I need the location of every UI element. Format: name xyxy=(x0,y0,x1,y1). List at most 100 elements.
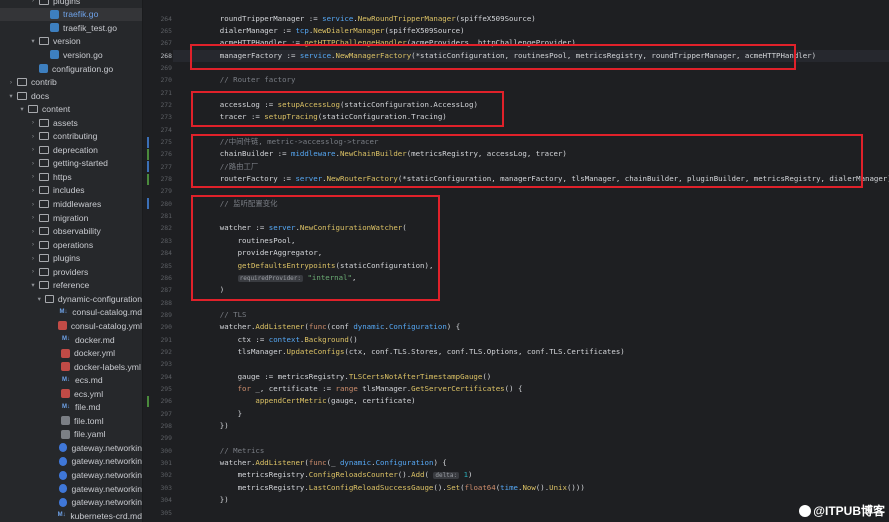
chevron-right-icon[interactable]: › xyxy=(29,241,37,248)
vcs-change-marker[interactable] xyxy=(147,149,149,161)
chevron-right-icon[interactable]: › xyxy=(29,268,37,275)
line-number: 288 xyxy=(160,298,172,307)
tree-folder[interactable]: › migration xyxy=(0,211,142,225)
code-line[interactable]: // Metrics xyxy=(202,445,265,457)
line-number: 305 xyxy=(160,508,172,517)
tree-file[interactable]: version.go xyxy=(0,48,142,62)
chevron-right-icon[interactable]: › xyxy=(7,79,15,86)
code-token: func xyxy=(308,458,327,468)
vcs-change-marker[interactable] xyxy=(147,396,149,408)
tree-file[interactable]: traefik_test.go xyxy=(0,21,142,35)
chevron-down-icon[interactable]: ▾ xyxy=(29,37,37,45)
code-line[interactable]: dialerManager := tcp.NewDialerManager(sp… xyxy=(202,25,465,37)
tree-folder[interactable]: › getting-started xyxy=(0,157,142,171)
code-line[interactable]: ctx := context.Background() xyxy=(202,334,358,346)
tree-item-label: docker.md xyxy=(75,334,115,345)
vcs-change-marker[interactable] xyxy=(147,161,149,173)
folder-icon xyxy=(39,37,49,46)
chevron-down-icon[interactable]: ▾ xyxy=(18,105,26,113)
tree-file[interactable]: configuration.go xyxy=(0,62,142,76)
code-line[interactable]: watcher.AddListener(func(_ dynamic.Confi… xyxy=(202,457,447,469)
tree-file[interactable]: M↓ file.md xyxy=(0,401,142,415)
chevron-down-icon[interactable]: ▾ xyxy=(36,295,43,303)
code-line[interactable]: gauge := metricsRegistry.TLSCertsNotAfte… xyxy=(202,371,492,383)
tree-file[interactable]: docker.yml xyxy=(0,346,142,360)
code-token: range xyxy=(335,384,358,393)
chevron-right-icon[interactable]: › xyxy=(29,0,37,4)
code-line[interactable]: roundTripperManager := service.NewRoundT… xyxy=(202,13,536,25)
tree-item-label: consul-catalog.md xyxy=(72,307,142,318)
tree-file[interactable]: gateway.networkin xyxy=(0,455,142,469)
tree-folder[interactable]: › observability xyxy=(0,224,142,238)
tree-file[interactable]: ecs.yml xyxy=(0,387,142,401)
tree-folder[interactable]: › middlewares xyxy=(0,197,142,211)
line-number: 273 xyxy=(160,113,172,122)
code-token: Now xyxy=(522,482,536,492)
tree-folder[interactable]: › plugins xyxy=(0,251,142,265)
tree-folder[interactable]: › providers xyxy=(0,265,142,279)
chevron-right-icon[interactable]: › xyxy=(29,133,37,140)
folder-icon xyxy=(39,132,49,141)
line-number: 290 xyxy=(160,323,172,332)
tree-file[interactable]: M↓ ecs.md xyxy=(0,373,142,387)
tree-file[interactable]: M↓ consul-catalog.md xyxy=(0,306,142,320)
tree-folder[interactable]: › https xyxy=(0,170,142,184)
vcs-change-marker[interactable] xyxy=(147,136,149,148)
tree-folder[interactable]: › contrib xyxy=(0,75,142,89)
tree-file[interactable]: docker-labels.yml xyxy=(0,360,142,374)
tree-folder[interactable]: ▾ dynamic-configuration xyxy=(0,292,142,306)
code-token: (). xyxy=(535,482,550,492)
tree-file[interactable]: gateway.networkin xyxy=(0,495,142,509)
chevron-right-icon[interactable]: › xyxy=(29,201,37,208)
tree-folder[interactable]: › plugins xyxy=(0,0,142,8)
tree-file[interactable]: M↓ kubernetes-crd.md xyxy=(0,509,142,522)
tree-folder[interactable]: ▾ reference xyxy=(0,279,142,293)
chevron-right-icon[interactable]: › xyxy=(29,173,37,180)
chevron-right-icon[interactable]: › xyxy=(29,187,37,194)
chevron-right-icon[interactable]: › xyxy=(29,214,37,221)
code-line[interactable]: }) xyxy=(202,494,229,506)
code-line[interactable]: } xyxy=(202,408,242,420)
vcs-change-marker[interactable] xyxy=(147,173,149,185)
line-number: 285 xyxy=(160,261,172,270)
chevron-right-icon[interactable]: › xyxy=(29,228,37,235)
code-line[interactable]: appendCertMetric(gauge, certificate) xyxy=(202,395,415,407)
vcs-change-marker[interactable] xyxy=(147,198,149,210)
code-line[interactable]: metricsRegistry.ConfigReloadsCounter().A… xyxy=(202,469,472,481)
tree-file[interactable]: file.yaml xyxy=(0,428,142,442)
line-number: 289 xyxy=(160,310,172,319)
code-line[interactable]: metricsRegistry.LastConfigReloadSuccessG… xyxy=(202,482,585,494)
tree-file[interactable]: file.toml xyxy=(0,414,142,428)
chevron-down-icon[interactable]: ▾ xyxy=(7,92,15,100)
tree-item-label: gateway.networkin xyxy=(71,456,142,467)
chevron-right-icon[interactable]: › xyxy=(29,119,37,126)
code-line[interactable]: tlsManager.UpdateConfigs(ctx, conf.TLS.S… xyxy=(202,346,625,358)
tree-file[interactable]: traefik.go xyxy=(0,7,142,22)
tree-file[interactable]: gateway.networkin xyxy=(0,468,142,482)
code-line[interactable]: watcher.AddListener(func(conf dynamic.Co… xyxy=(202,321,460,333)
code-line[interactable]: // Router factory xyxy=(202,74,296,86)
folder-icon xyxy=(17,78,27,87)
code-line[interactable]: for _, certificate := range tlsManager.G… xyxy=(202,383,523,395)
chevron-right-icon[interactable]: › xyxy=(29,146,37,153)
tree-file[interactable]: gateway.networkin xyxy=(0,482,142,496)
code-editor[interactable]: 264 265 267 268 269 270 271 272 273 274 275 276 277 2… xyxy=(143,0,889,522)
tree-file[interactable]: gateway.networkin xyxy=(0,441,142,455)
code-token: ConfigReloadsCounter xyxy=(308,470,398,480)
chevron-right-icon[interactable]: › xyxy=(29,160,37,167)
tree-folder[interactable]: › operations xyxy=(0,238,142,252)
code-line[interactable]: // TLS xyxy=(202,309,247,321)
tree-folder[interactable]: › deprecation xyxy=(0,143,142,157)
tree-file[interactable]: consul-catalog.yml xyxy=(0,319,142,333)
chevron-down-icon[interactable]: ▾ xyxy=(29,281,37,289)
tree-file[interactable]: M↓ docker.md xyxy=(0,333,142,347)
code-token: float64 xyxy=(464,482,496,492)
chevron-right-icon[interactable]: › xyxy=(29,255,37,262)
tree-folder[interactable]: ▾ content xyxy=(0,102,142,116)
tree-folder[interactable]: ▾ version xyxy=(0,35,142,49)
code-line[interactable]: }) xyxy=(202,420,229,432)
tree-folder[interactable]: › includes xyxy=(0,184,142,198)
tree-folder[interactable]: › assets xyxy=(0,116,142,130)
tree-folder[interactable]: ▾ docs xyxy=(0,89,142,103)
tree-folder[interactable]: › contributing xyxy=(0,130,142,144)
